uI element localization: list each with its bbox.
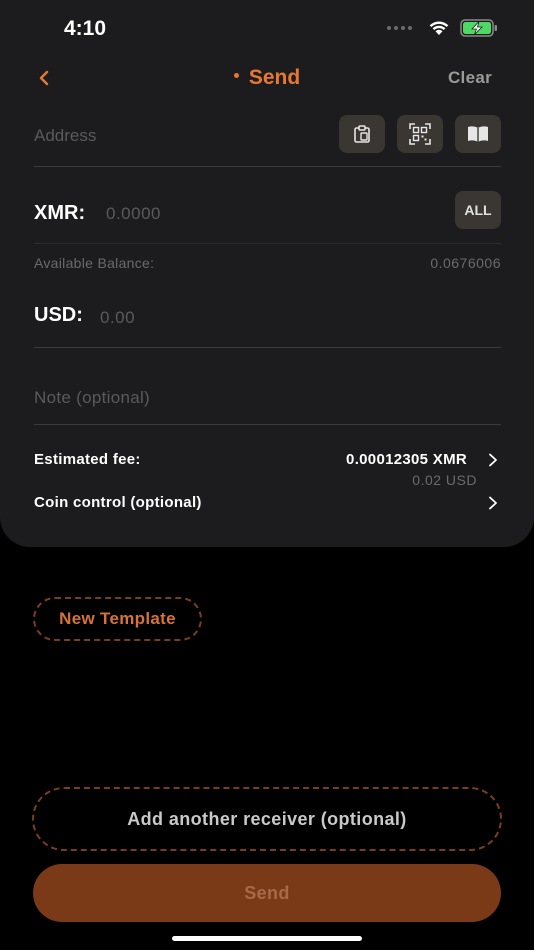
battery-charging-icon	[460, 19, 497, 37]
note-input[interactable]: Note (optional)	[34, 388, 150, 408]
fee-usd-value: 0.02 USD	[412, 472, 477, 488]
fee-value: 0.00012305 XMR	[346, 451, 467, 468]
add-receiver-button[interactable]: Add another receiver (optional)	[32, 787, 502, 851]
status-icons	[387, 19, 498, 37]
chevron-right-icon[interactable]	[487, 496, 499, 510]
estimated-fee-row[interactable]: Estimated fee: 0.00012305 XMR 0.02 USD	[34, 450, 501, 490]
address-input[interactable]: Address	[34, 126, 96, 146]
status-bar: 4:10	[0, 0, 534, 58]
coin-control-row[interactable]: Coin control (optional)	[34, 494, 501, 514]
address-field[interactable]: Address	[34, 112, 501, 167]
page-title-text: Send	[248, 66, 301, 89]
balance-label: Available Balance:	[34, 255, 155, 271]
xmr-amount-input[interactable]: 0.0000	[106, 204, 161, 224]
send-button[interactable]: Send	[33, 864, 501, 922]
balance-value: 0.0676006	[430, 255, 501, 271]
available-balance-row: Available Balance: 0.0676006	[34, 255, 501, 275]
navigation-bar: Send Clear	[0, 58, 534, 98]
xmr-label: XMR:	[34, 202, 86, 224]
fee-label: Estimated fee:	[34, 451, 141, 468]
coin-control-label: Coin control (optional)	[34, 494, 202, 511]
note-field[interactable]: Note (optional)	[34, 376, 501, 425]
chevron-right-icon[interactable]	[487, 453, 499, 467]
usd-amount-input[interactable]: 0.00	[100, 308, 135, 328]
usd-amount-field[interactable]: USD: 0.00	[34, 294, 501, 348]
xmr-amount-field[interactable]: XMR: 0.0000 ALL	[34, 190, 501, 244]
new-template-button[interactable]: New Template	[33, 597, 202, 641]
qr-scan-button[interactable]	[397, 115, 443, 153]
wifi-icon	[429, 21, 449, 35]
address-book-icon	[468, 126, 488, 142]
clear-button[interactable]: Clear	[448, 68, 492, 88]
sync-status-dot	[233, 72, 239, 78]
qr-scan-icon	[409, 123, 431, 145]
status-time: 4:10	[64, 17, 107, 40]
send-all-button[interactable]: ALL	[455, 191, 501, 229]
address-book-button[interactable]	[455, 115, 501, 153]
paste-button[interactable]	[339, 115, 385, 153]
signal-icon	[387, 26, 412, 30]
usd-label: USD:	[34, 304, 83, 326]
paste-icon	[354, 125, 370, 143]
home-indicator[interactable]	[172, 936, 362, 941]
